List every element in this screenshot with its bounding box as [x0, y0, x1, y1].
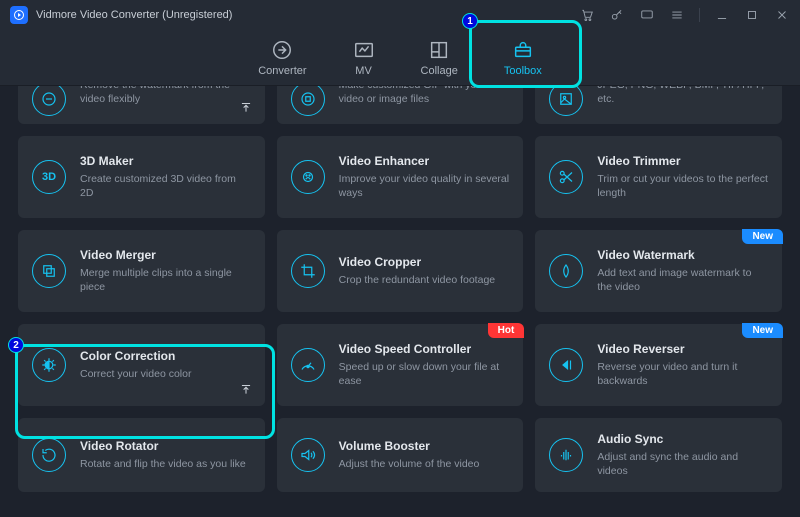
collapse-icon: [239, 100, 253, 114]
watermark-icon: [549, 254, 583, 288]
tab-label: Collage: [421, 65, 458, 77]
maximize-button[interactable]: [744, 7, 760, 23]
watermark-remover-icon: [32, 86, 66, 116]
cart-icon[interactable]: [579, 7, 595, 23]
toolbox-icon: [512, 39, 534, 61]
annotation-badge-1: 1: [462, 13, 478, 29]
card-desc: Correct your video color: [80, 367, 251, 381]
card-desc: Adjust the volume of the video: [339, 457, 510, 471]
merger-icon: [32, 254, 66, 288]
card-title: Video Trimmer: [597, 154, 768, 168]
card-volume-booster[interactable]: Volume Booster Adjust the volume of the …: [277, 418, 524, 492]
card-desc: Trim or cut your videos to the perfect l…: [597, 172, 768, 200]
card-watermark-remover[interactable]: Remove the watermark from the video flex…: [18, 86, 265, 124]
new-badge: New: [742, 229, 783, 244]
rotator-icon: [32, 438, 66, 472]
card-desc: Remove the watermark from the video flex…: [80, 86, 251, 106]
card-color-correction[interactable]: Color Correction Correct your video colo…: [18, 324, 265, 406]
card-title: Video Enhancer: [339, 154, 510, 168]
card-title: Video Speed Controller: [339, 342, 510, 356]
card-gif-maker[interactable]: Make customized GIF with your video or i…: [277, 86, 524, 124]
converter-icon: [271, 39, 293, 61]
card-video-cropper[interactable]: Video Cropper Crop the redundant video f…: [277, 230, 524, 312]
card-video-reverser[interactable]: New Video Reverser Reverse your video an…: [535, 324, 782, 406]
trimmer-icon: [549, 160, 583, 194]
tab-label: Converter: [258, 65, 306, 77]
main-tabs: Converter MV Collage Toolbox: [0, 30, 800, 86]
cropper-icon: [291, 254, 325, 288]
tab-collage[interactable]: Collage: [421, 39, 458, 77]
feedback-icon[interactable]: [639, 7, 655, 23]
card-desc: Add text and image watermark to the vide…: [597, 266, 768, 294]
color-correction-icon: [32, 348, 66, 382]
tab-label: MV: [355, 65, 372, 77]
reverser-icon: [549, 348, 583, 382]
card-desc: Merge multiple clips into a single piece: [80, 266, 251, 294]
card-video-merger[interactable]: Video Merger Merge multiple clips into a…: [18, 230, 265, 312]
card-video-enhancer[interactable]: Video Enhancer Improve your video qualit…: [277, 136, 524, 218]
card-title: Video Cropper: [339, 255, 510, 269]
volume-icon: [291, 438, 325, 472]
card-desc: Crop the redundant video footage: [339, 273, 510, 287]
card-desc: Reverse your video and turn it backwards: [597, 360, 768, 388]
enhancer-icon: [291, 160, 325, 194]
card-title: Video Merger: [80, 248, 251, 262]
tab-mv[interactable]: MV: [353, 39, 375, 77]
minimize-button[interactable]: [714, 7, 730, 23]
3d-icon: 3D: [32, 160, 66, 194]
menu-icon[interactable]: [669, 7, 685, 23]
speed-icon: [291, 348, 325, 382]
card-desc: JPEG, PNG, WEBP, BMP, TIF/TIFF, etc.: [597, 86, 768, 106]
gif-maker-icon: [291, 86, 325, 116]
card-video-speed[interactable]: Hot Video Speed Controller Speed up or s…: [277, 324, 524, 406]
card-video-watermark[interactable]: New Video Watermark Add text and image w…: [535, 230, 782, 312]
card-3d-maker[interactable]: 3D 3D Maker Create customized 3D video f…: [18, 136, 265, 218]
tab-label: Toolbox: [504, 65, 542, 77]
card-desc: Rotate and flip the video as you like: [80, 457, 251, 471]
app-logo-icon: [10, 6, 28, 24]
card-audio-sync[interactable]: Audio Sync Adjust and sync the audio and…: [535, 418, 782, 492]
card-title: Audio Sync: [597, 432, 768, 446]
tab-converter[interactable]: Converter: [258, 39, 306, 77]
audio-sync-icon: [549, 438, 583, 472]
titlebar: Vidmore Video Converter (Unregistered): [0, 0, 800, 30]
key-icon[interactable]: [609, 7, 625, 23]
card-desc: Make customized GIF with your video or i…: [339, 86, 510, 106]
card-video-trimmer[interactable]: Video Trimmer Trim or cut your videos to…: [535, 136, 782, 218]
card-desc: Adjust and sync the audio and videos: [597, 450, 768, 478]
mv-icon: [353, 39, 375, 61]
card-title: Color Correction: [80, 349, 251, 363]
collage-icon: [428, 39, 450, 61]
card-title: Volume Booster: [339, 439, 510, 453]
tab-toolbox[interactable]: Toolbox: [504, 39, 542, 77]
toolbox-scroll-area[interactable]: Remove the watermark from the video flex…: [0, 86, 800, 517]
card-image-converter[interactable]: JPEG, PNG, WEBP, BMP, TIF/TIFF, etc.: [535, 86, 782, 124]
close-button[interactable]: [774, 7, 790, 23]
window-controls: [579, 7, 790, 23]
new-badge: New: [742, 323, 783, 338]
image-converter-icon: [549, 86, 583, 116]
collapse-icon: [239, 382, 253, 396]
annotation-badge-2: 2: [8, 337, 24, 353]
hot-badge: Hot: [488, 323, 525, 338]
card-desc: Create customized 3D video from 2D: [80, 172, 251, 200]
card-title: Video Rotator: [80, 439, 251, 453]
app-title: Vidmore Video Converter (Unregistered): [36, 9, 232, 21]
card-desc: Improve your video quality in several wa…: [339, 172, 510, 200]
card-title: Video Watermark: [597, 248, 768, 262]
card-video-rotator[interactable]: Video Rotator Rotate and flip the video …: [18, 418, 265, 492]
card-title: Video Reverser: [597, 342, 768, 356]
card-title: 3D Maker: [80, 154, 251, 168]
card-desc: Speed up or slow down your file at ease: [339, 360, 510, 388]
